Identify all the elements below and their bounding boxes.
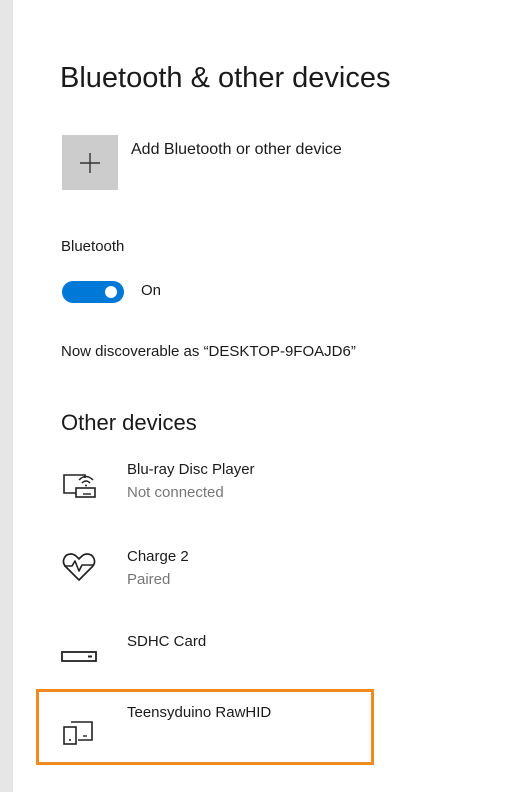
page-title: Bluetooth & other devices <box>60 62 391 94</box>
device-status: Paired <box>127 571 171 588</box>
left-navigation-edge <box>0 0 13 792</box>
device-name: Blu-ray Disc Player <box>127 461 255 478</box>
bluetooth-toggle-state: On <box>141 282 162 299</box>
device-name: Charge 2 <box>127 548 189 565</box>
card-reader-icon <box>61 651 97 662</box>
plus-icon <box>80 152 100 173</box>
add-device-label[interactable]: Add Bluetooth or other device <box>131 141 342 159</box>
device-name: Teensyduino RawHID <box>127 704 272 721</box>
toggle-knob <box>105 286 117 298</box>
discoverable-status: Now discoverable as “DESKTOP-9FOAJD6” <box>61 343 356 360</box>
bluetooth-toggle[interactable] <box>62 281 124 303</box>
heart-rate-icon <box>62 553 96 581</box>
bluetooth-label: Bluetooth <box>61 238 125 255</box>
device-item-teensyduino-rawhid[interactable]: Teensyduino RawHID <box>55 704 375 765</box>
device-status: Not connected <box>127 484 224 501</box>
device-item-blu-ray-disc-player[interactable]: Blu-ray Disc Player Not connected <box>55 458 375 518</box>
device-item-charge-2[interactable]: Charge 2 Paired <box>55 545 375 605</box>
media-player-icon <box>63 474 96 498</box>
add-device-button[interactable] <box>62 135 118 190</box>
devices-icon <box>63 721 93 745</box>
other-devices-heading: Other devices <box>61 410 197 435</box>
device-item-sdhc-card[interactable]: SDHC Card <box>55 630 375 690</box>
device-name: SDHC Card <box>127 633 207 650</box>
